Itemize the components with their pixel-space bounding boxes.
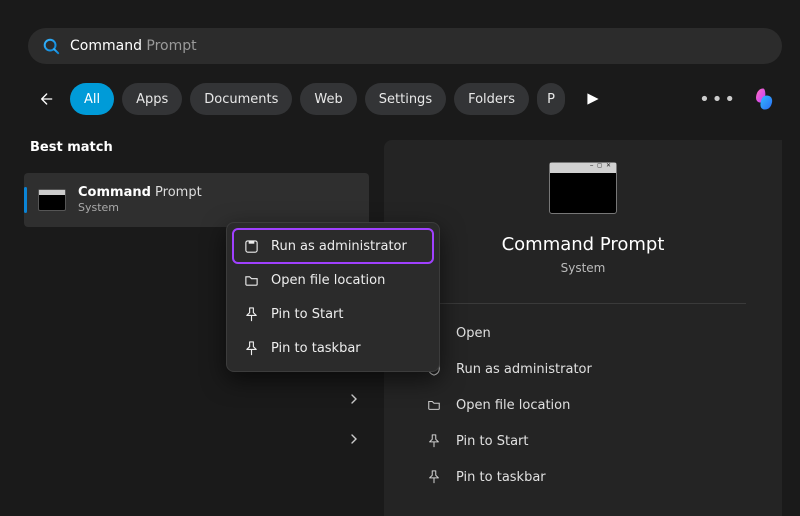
- filter-tab-label: P: [547, 92, 555, 107]
- filter-tab-settings[interactable]: Settings: [365, 83, 446, 115]
- search-typed-text: Command: [70, 38, 146, 54]
- folder-icon: [243, 273, 259, 288]
- search-input[interactable]: Command Prompt: [70, 38, 197, 54]
- filter-tab-label: Apps: [136, 92, 168, 107]
- menu-run-as-administrator[interactable]: Run as administrator: [233, 229, 433, 263]
- scroll-right-button[interactable]: [577, 83, 609, 115]
- search-bar[interactable]: Command Prompt: [28, 28, 782, 64]
- action-open[interactable]: Open: [426, 318, 740, 348]
- section-label-best-match: Best match: [24, 140, 369, 155]
- preview-title: Command Prompt: [502, 234, 665, 255]
- menu-pin-to-taskbar[interactable]: Pin to taskbar: [233, 331, 433, 365]
- command-prompt-icon: [549, 162, 617, 214]
- filter-tab-apps[interactable]: Apps: [122, 83, 182, 115]
- pin-icon: [426, 434, 442, 448]
- menu-item-label: Pin to taskbar: [271, 341, 361, 356]
- result-subtitle: System: [78, 201, 202, 215]
- filter-tab-label: Documents: [204, 92, 278, 107]
- action-label: Open: [456, 326, 491, 341]
- menu-open-file-location[interactable]: Open file location: [233, 263, 433, 297]
- menu-item-label: Run as administrator: [271, 239, 407, 254]
- result-title: Command Prompt: [78, 185, 202, 201]
- search-icon: [42, 37, 60, 55]
- search-suggestion-text: Prompt: [146, 38, 196, 54]
- filter-tab-label: Folders: [468, 92, 515, 107]
- folder-icon: [426, 398, 442, 412]
- filter-tab-web[interactable]: Web: [300, 83, 356, 115]
- shield-icon: [243, 239, 259, 254]
- action-label: Pin to taskbar: [456, 470, 546, 485]
- filter-tab-label: Settings: [379, 92, 432, 107]
- collapsed-result-row[interactable]: [24, 390, 369, 408]
- pin-icon: [243, 341, 259, 356]
- filter-tab-documents[interactable]: Documents: [190, 83, 292, 115]
- filter-tab-more-truncated[interactable]: P: [537, 83, 565, 115]
- more-options-button[interactable]: •••: [702, 83, 734, 115]
- action-run-as-administrator[interactable]: Run as administrator: [426, 354, 740, 384]
- menu-item-label: Open file location: [271, 273, 385, 288]
- action-label: Pin to Start: [456, 434, 528, 449]
- preview-subtitle: System: [561, 261, 606, 275]
- context-menu: Run as administrator Open file location …: [226, 222, 440, 372]
- results-column: Best match Command Prompt System: [24, 140, 369, 227]
- collapsed-results: [24, 390, 369, 448]
- result-command-prompt[interactable]: Command Prompt System: [24, 173, 369, 227]
- filter-tab-label: All: [84, 92, 100, 107]
- back-button[interactable]: [28, 82, 62, 116]
- preview-action-list: Open Run as administrator Open file loca…: [384, 304, 782, 492]
- action-label: Open file location: [456, 398, 570, 413]
- filter-tab-label: Web: [314, 92, 342, 107]
- preview-panel: Command Prompt System Open Run as admini…: [384, 140, 782, 516]
- chevron-right-icon: [349, 394, 359, 404]
- chevron-right-icon: [349, 434, 359, 444]
- action-pin-to-start[interactable]: Pin to Start: [426, 426, 740, 456]
- filter-tab-folders[interactable]: Folders: [454, 83, 529, 115]
- filter-row: All Apps Documents Web Settings Folders …: [28, 82, 782, 116]
- menu-pin-to-start[interactable]: Pin to Start: [233, 297, 433, 331]
- command-prompt-icon: [38, 189, 66, 211]
- action-open-file-location[interactable]: Open file location: [426, 390, 740, 420]
- action-pin-to-taskbar[interactable]: Pin to taskbar: [426, 462, 740, 492]
- menu-item-label: Pin to Start: [271, 307, 343, 322]
- pin-icon: [243, 307, 259, 322]
- filter-tab-all[interactable]: All: [70, 83, 114, 115]
- copilot-button[interactable]: [748, 82, 782, 116]
- pin-icon: [426, 470, 442, 484]
- action-label: Run as administrator: [456, 362, 592, 377]
- collapsed-result-row[interactable]: [24, 430, 369, 448]
